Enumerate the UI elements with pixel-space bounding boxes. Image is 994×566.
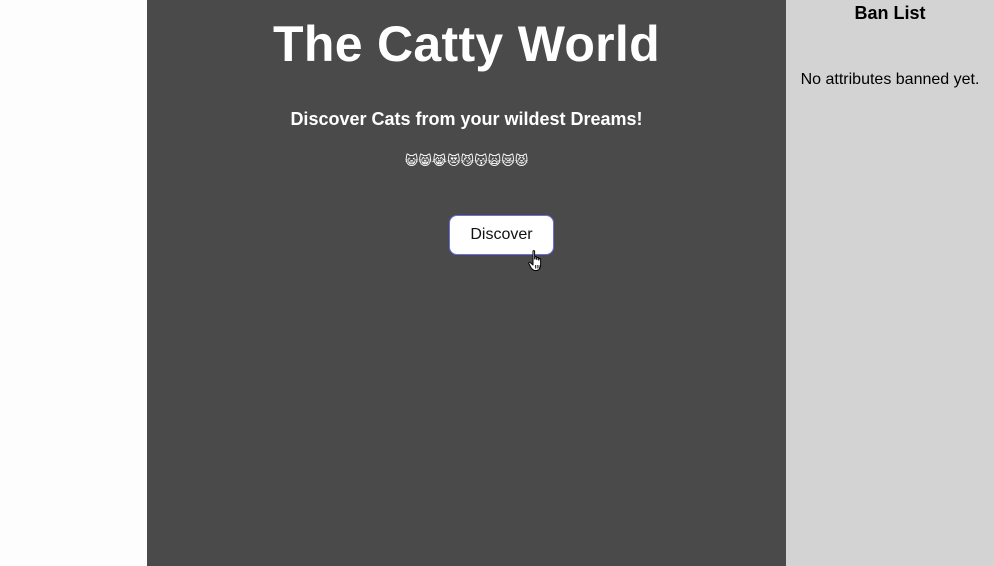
cat-emoji-row: 😺😸😹😻😼😽🙀😿😾: [404, 154, 529, 169]
ban-list-empty-message: No attributes banned yet.: [800, 71, 980, 88]
main-panel: The Catty World Discover Cats from your …: [147, 0, 786, 566]
app-page: The Catty World Discover Cats from your …: [0, 0, 994, 566]
discover-button[interactable]: Discover: [449, 215, 554, 255]
ban-list-title: Ban List: [854, 3, 926, 23]
page-title: The Catty World: [273, 16, 660, 72]
hand-pointer-cursor-icon: [528, 250, 542, 271]
ban-list-sidebar: Ban List No attributes banned yet.: [786, 0, 994, 566]
left-gutter: [0, 0, 147, 566]
page-subtitle: Discover Cats from your wildest Dreams!: [290, 109, 643, 129]
